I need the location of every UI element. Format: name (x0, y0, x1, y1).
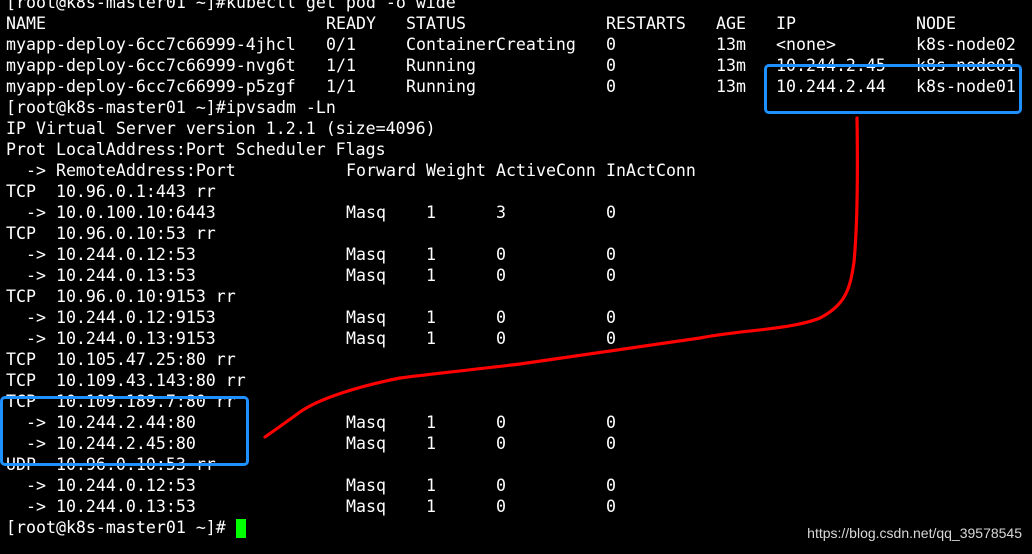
watermark-text: https://blog.csdn.net/qq_39578545 (807, 525, 1022, 541)
red-freehand-arrow-path (263, 116, 859, 439)
terminal-window[interactable]: [root@k8s-master01 ~]# kubectl get pod -o… (0, 0, 1032, 554)
red-annotation-line (263, 116, 859, 439)
